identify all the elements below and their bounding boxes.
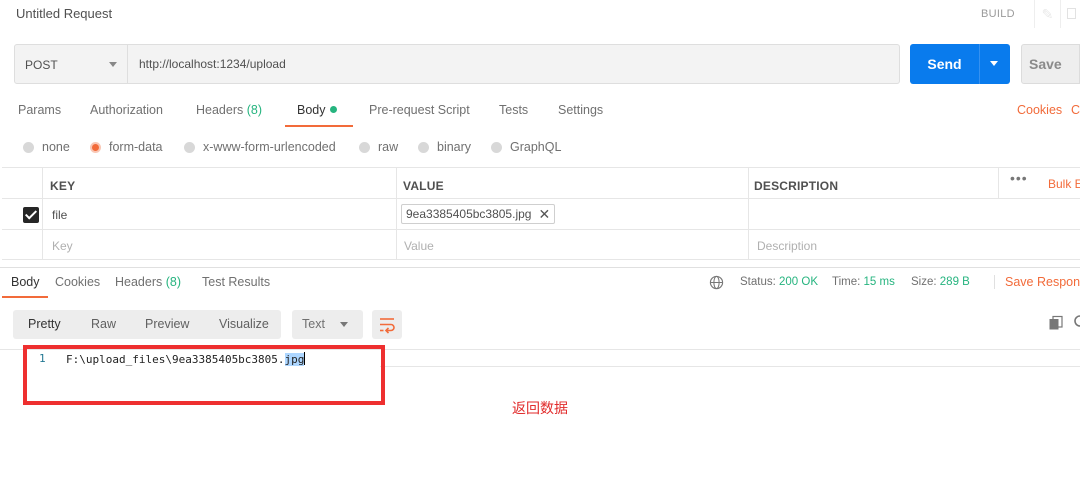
radio-dot-selected — [90, 141, 101, 153]
response-tab-test-results[interactable]: Test Results — [202, 275, 270, 289]
table-row-new: Key Value Description — [2, 229, 1080, 260]
response-tab-body[interactable]: Body — [11, 275, 40, 289]
status-readout: Status: 200 OK — [740, 276, 819, 288]
size-value: 289 B — [939, 276, 970, 288]
response-tab-headers[interactable]: Headers (8) — [115, 275, 181, 289]
active-tab-underline — [2, 296, 48, 298]
tab-body[interactable]: Body — [297, 103, 337, 117]
editor-line-border — [380, 366, 1080, 367]
radio-dot — [359, 141, 370, 153]
radio-dot — [184, 141, 195, 153]
annotation-label: 返回数据 — [512, 401, 568, 417]
column-header-key: KEY — [50, 179, 76, 193]
send-button[interactable]: Send — [910, 44, 979, 84]
value-input[interactable]: Value — [396, 230, 748, 259]
radio-graphql[interactable]: GraphQL — [491, 140, 561, 154]
headers-count: (8) — [246, 103, 263, 117]
table-header-row: KEY VALUE DESCRIPTION ••• Bulk E — [2, 167, 1080, 198]
time-readout: Time: 15 ms — [832, 276, 895, 288]
radio-form-data[interactable]: form-data — [90, 140, 163, 154]
param-key: file — [52, 208, 68, 222]
wrap-lines-button[interactable] — [372, 310, 402, 339]
radio-dot — [418, 141, 429, 153]
tab-settings[interactable]: Settings — [558, 103, 603, 117]
chevron-down-icon — [340, 322, 348, 327]
code-link[interactable]: Co — [1071, 103, 1080, 117]
tab-headers[interactable]: Headers (8) — [196, 103, 262, 117]
remove-file-icon[interactable]: ✕ — [538, 206, 550, 223]
description-input[interactable]: Description — [748, 230, 1080, 259]
column-header-description: DESCRIPTION — [754, 179, 839, 193]
radio-none[interactable]: none — [23, 140, 70, 154]
radio-binary[interactable]: binary — [418, 140, 471, 154]
view-mode-raw[interactable]: Raw — [91, 317, 116, 331]
view-mode-preview[interactable]: Preview — [145, 317, 189, 331]
copy-icon[interactable] — [1048, 315, 1064, 331]
highlight-box — [23, 345, 385, 405]
url-input[interactable] — [128, 44, 900, 84]
search-icon[interactable] — [1071, 314, 1080, 330]
row-enabled-checkbox[interactable] — [23, 207, 39, 223]
time-value: 15 ms — [863, 276, 895, 288]
save-response-button[interactable]: Save Response — [994, 275, 1080, 289]
column-header-value: VALUE — [403, 179, 444, 193]
tab-tests[interactable]: Tests — [499, 103, 528, 117]
view-mode-visualize[interactable]: Visualize — [219, 317, 269, 331]
chevron-down-icon — [109, 62, 117, 67]
method-label: POST — [25, 58, 58, 72]
radio-dot — [23, 141, 34, 153]
build-button[interactable]: BUILD — [981, 8, 1015, 20]
radio-dot — [491, 141, 502, 153]
file-chip: 9ea3385405bc3805.jpg ✕ — [401, 204, 556, 224]
chevron-down-icon — [990, 61, 998, 66]
tab-pre-request-script[interactable]: Pre-request Script — [369, 103, 470, 117]
tab-authorization[interactable]: Authorization — [90, 103, 163, 117]
bulk-edit-link[interactable]: Bulk E — [1048, 177, 1080, 191]
response-headers-count: (8) — [165, 275, 182, 289]
save-button[interactable]: Save — [1021, 44, 1080, 84]
value-cell[interactable]: 9ea3385405bc3805.jpg ✕ — [396, 199, 748, 229]
active-tab-underline — [285, 125, 353, 127]
key-input[interactable]: Key — [42, 230, 396, 259]
key-cell[interactable]: file — [42, 199, 396, 229]
radio-raw[interactable]: raw — [359, 140, 398, 154]
response-tab-cookies[interactable]: Cookies — [55, 275, 100, 289]
globe-icon[interactable] — [709, 275, 724, 290]
cookies-link[interactable]: Cookies — [1017, 103, 1062, 117]
view-mode-toggle: Pretty Raw Preview Visualize — [13, 310, 281, 339]
description-cell[interactable] — [748, 199, 1080, 229]
radio-x-www-form-urlencoded[interactable]: x-www-form-urlencoded — [184, 140, 336, 154]
tab-params[interactable]: Params — [18, 103, 61, 117]
table-row: file 9ea3385405bc3805.jpg ✕ — [2, 198, 1080, 229]
view-mode-pretty[interactable]: Pretty — [28, 317, 61, 331]
format-select[interactable]: Text — [292, 310, 363, 339]
wrap-lines-icon — [380, 318, 395, 334]
size-readout: Size: 289 B — [911, 276, 970, 288]
pane-divider[interactable] — [0, 267, 1080, 268]
form-data-table: KEY VALUE DESCRIPTION ••• Bulk E file 9e… — [2, 167, 1080, 261]
status-value: 200 OK — [779, 276, 819, 288]
method-select[interactable]: POST — [14, 44, 128, 84]
edit-icon[interactable]: ✎ — [1034, 0, 1060, 28]
file-name: 9ea3385405bc3805.jpg — [406, 207, 532, 221]
body-indicator-dot — [329, 106, 337, 113]
send-options-button[interactable] — [979, 44, 1010, 84]
request-title[interactable]: Untitled Request — [16, 6, 112, 21]
document-icon[interactable] — [1060, 0, 1080, 28]
